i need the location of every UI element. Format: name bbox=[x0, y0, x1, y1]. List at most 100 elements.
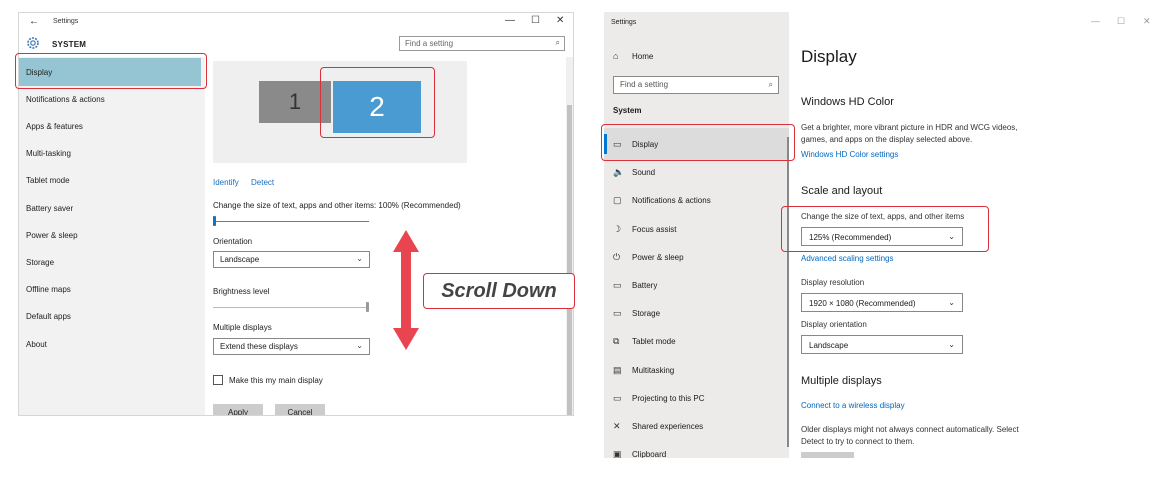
sidebar-item-label: Projecting to this PC bbox=[632, 394, 705, 403]
sidebar-item-label: Clipboard bbox=[632, 450, 667, 458]
search-input[interactable]: Find a setting ⌕ bbox=[613, 76, 779, 94]
window-title: Settings bbox=[611, 19, 637, 26]
orientation-value: Landscape bbox=[220, 255, 260, 264]
resolution-label: Display resolution bbox=[801, 278, 865, 287]
sidebar-item-label: Storage bbox=[632, 309, 661, 318]
maximize-button[interactable]: ☐ bbox=[1117, 16, 1125, 27]
chevron-down-icon: ⌄ bbox=[948, 340, 955, 349]
sidebar-item-apps-features[interactable]: Apps & features bbox=[26, 122, 83, 131]
sidebar-item-label: Multitasking bbox=[632, 366, 675, 375]
resolution-value: 1920 × 1080 (Recommended) bbox=[809, 299, 916, 308]
chevron-down-icon: ⌄ bbox=[948, 298, 955, 307]
orientation-value: Landscape bbox=[809, 341, 849, 350]
multiple-displays-dropdown[interactable]: Extend these displays ⌄ bbox=[213, 338, 370, 355]
sidebar-item-home[interactable]: ⌂ Home bbox=[613, 51, 653, 61]
sidebar-item-multitasking[interactable]: ▤ Multitasking bbox=[613, 365, 674, 376]
sidebar-item-battery[interactable]: ▭ Battery bbox=[613, 280, 657, 291]
sidebar-item-label: Tablet mode bbox=[632, 337, 676, 346]
projecting-icon: ▭ bbox=[613, 393, 622, 403]
sidebar-item-notifications-actions[interactable]: ▢ Notifications & actions bbox=[613, 195, 711, 206]
search-placeholder: Find a setting bbox=[620, 80, 669, 89]
sidebar-item-shared-experiences[interactable]: ✕ Shared experiences bbox=[613, 421, 703, 432]
sidebar-item-label: Sound bbox=[632, 168, 656, 177]
cancel-button[interactable]: Cancel bbox=[275, 404, 325, 415]
page-title: Display bbox=[801, 47, 857, 66]
chevron-down-icon: ⌄ bbox=[356, 341, 363, 350]
apply-button[interactable]: Apply bbox=[213, 404, 263, 415]
scale-label: Change the size of text, apps and other … bbox=[213, 201, 461, 210]
window-title: Settings bbox=[53, 18, 79, 25]
sidebar-item-offline-maps[interactable]: Offline maps bbox=[26, 285, 71, 294]
clipboard-icon: ▣ bbox=[613, 449, 622, 458]
hd-color-description: Get a brighter, more vibrant picture in … bbox=[801, 122, 1018, 146]
sidebar-item-label: Notifications & actions bbox=[632, 196, 711, 205]
sidebar-item-multitasking[interactable]: Multi-tasking bbox=[26, 149, 71, 158]
sidebar-item-power-sleep[interactable]: Power & sleep bbox=[26, 231, 78, 240]
scale-slider-thumb[interactable] bbox=[213, 216, 216, 226]
scale-heading: Scale and layout bbox=[801, 185, 883, 197]
sidebar-item-focus-assist[interactable]: ☽ Focus assist bbox=[613, 224, 676, 235]
search-placeholder: Find a setting bbox=[405, 39, 454, 48]
section-title: SYSTEM bbox=[52, 40, 87, 49]
back-arrow-icon[interactable]: ← bbox=[29, 16, 39, 27]
identify-link[interactable]: Identify bbox=[213, 178, 239, 187]
resolution-dropdown[interactable]: 1920 × 1080 (Recommended) ⌄ bbox=[801, 293, 963, 312]
sidebar-item-sound[interactable]: 🔈 Sound bbox=[613, 167, 655, 178]
tablet-mode-icon: ⧉ bbox=[613, 336, 620, 346]
connect-wireless-link[interactable]: Connect to a wireless display bbox=[801, 401, 905, 410]
hd-color-text-line-2: games, and apps on the display selected … bbox=[801, 135, 973, 144]
orientation-label: Orientation bbox=[213, 237, 253, 246]
multiple-displays-description: Older displays might not always connect … bbox=[801, 424, 1019, 448]
hd-color-text-line-1: Get a brighter, more vibrant picture in … bbox=[801, 123, 1018, 132]
sidebar-item-default-apps[interactable]: Default apps bbox=[26, 312, 71, 321]
sidebar-item-storage[interactable]: Storage bbox=[26, 258, 54, 267]
main-display-label: Make this my main display bbox=[229, 376, 323, 385]
double-arrow-icon bbox=[393, 230, 419, 350]
orientation-dropdown[interactable]: Landscape ⌄ bbox=[213, 251, 370, 268]
main-display-checkbox[interactable] bbox=[213, 375, 223, 385]
close-button[interactable]: ✕ bbox=[1143, 16, 1151, 27]
sidebar-item-battery-saver[interactable]: Battery saver bbox=[26, 204, 73, 213]
orientation-dropdown[interactable]: Landscape ⌄ bbox=[801, 335, 963, 354]
detect-button[interactable] bbox=[801, 452, 854, 458]
hd-color-settings-link[interactable]: Windows HD Color settings bbox=[801, 150, 898, 159]
sidebar-item-notifications[interactable]: Notifications & actions bbox=[26, 95, 105, 104]
scale-slider-track[interactable] bbox=[213, 221, 369, 222]
group-heading: System bbox=[613, 106, 642, 115]
close-button[interactable]: ✕ bbox=[556, 15, 564, 26]
scroll-down-label: Scroll Down bbox=[423, 273, 575, 309]
hd-color-heading: Windows HD Color bbox=[801, 96, 894, 108]
search-input[interactable]: Find a setting ⌕ bbox=[399, 36, 565, 51]
orientation-label: Display orientation bbox=[801, 320, 867, 329]
scrollbar-thumb[interactable] bbox=[567, 105, 572, 415]
maximize-button[interactable]: ☐ bbox=[531, 15, 540, 26]
battery-icon: ▭ bbox=[613, 280, 622, 290]
chevron-down-icon: ⌄ bbox=[356, 254, 363, 263]
search-icon[interactable]: ⌕ bbox=[556, 38, 560, 48]
multiple-text-line-2: Detect to try to connect to them. bbox=[801, 437, 915, 446]
detect-link[interactable]: Detect bbox=[251, 178, 274, 187]
multiple-displays-label: Multiple displays bbox=[213, 323, 272, 332]
search-icon[interactable]: ⌕ bbox=[769, 80, 773, 90]
focus-assist-icon: ☽ bbox=[613, 224, 622, 234]
title-bar: ← Settings — ☐ ✕ bbox=[19, 13, 573, 31]
highlight-scale-setting bbox=[781, 206, 989, 252]
highlight-monitor-2 bbox=[320, 67, 435, 138]
sidebar-item-projecting-to-this-pc[interactable]: ▭ Projecting to this PC bbox=[613, 393, 704, 404]
brightness-slider-track[interactable] bbox=[213, 307, 369, 308]
sidebar: Display Notifications & actions Apps & f… bbox=[19, 57, 205, 415]
sidebar-item-label: Focus assist bbox=[632, 225, 677, 234]
multitasking-icon: ▤ bbox=[613, 365, 622, 375]
sidebar-item-about[interactable]: About bbox=[26, 340, 47, 349]
multiple-displays-heading: Multiple displays bbox=[801, 375, 882, 387]
minimize-button[interactable]: — bbox=[505, 15, 515, 26]
sidebar-item-label: Battery bbox=[632, 281, 658, 290]
sidebar-item-tablet-mode[interactable]: ⧉ Tablet mode bbox=[613, 336, 676, 347]
sidebar-item-power-sleep[interactable]: ⏻ Power & sleep bbox=[613, 252, 684, 263]
minimize-button[interactable]: — bbox=[1091, 16, 1100, 26]
advanced-scaling-link[interactable]: Advanced scaling settings bbox=[801, 254, 894, 263]
sidebar-item-clipboard[interactable]: ▣ Clipboard bbox=[613, 449, 666, 458]
brightness-slider-thumb[interactable] bbox=[366, 302, 369, 312]
sidebar-item-tablet-mode[interactable]: Tablet mode bbox=[26, 176, 70, 185]
sidebar-item-storage[interactable]: ▭ Storage bbox=[613, 308, 660, 319]
